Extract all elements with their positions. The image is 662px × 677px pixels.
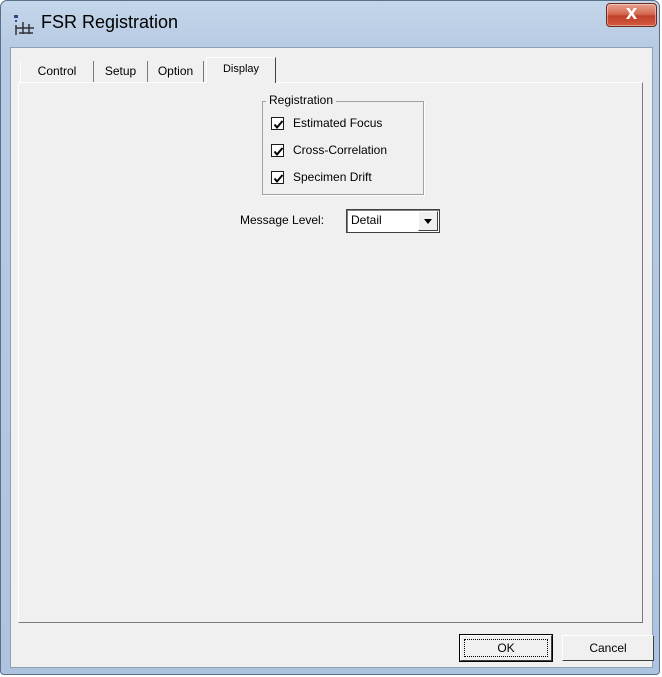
tab-display[interactable]: Display (206, 57, 276, 83)
cancel-button[interactable]: Cancel (562, 635, 654, 661)
check-icon (273, 147, 284, 157)
cancel-button-label: Cancel (589, 641, 627, 655)
tab-setup[interactable]: Setup (94, 61, 148, 82)
close-button[interactable]: X (606, 3, 657, 27)
tab-control[interactable]: Control (20, 61, 94, 82)
checkbox-box[interactable] (271, 117, 284, 130)
chevron-down-icon (424, 219, 432, 224)
checkbox-label: Specimen Drift (293, 170, 372, 184)
message-level-select[interactable]: Detail (346, 209, 440, 233)
checkbox-label: Cross-Correlation (293, 143, 388, 157)
title-bar[interactable]: FSR Registration X (1, 1, 659, 47)
ok-button-label: OK (497, 641, 515, 655)
dropdown-button[interactable] (418, 211, 438, 231)
checkbox-box[interactable] (271, 171, 284, 184)
ok-button[interactable]: OK (459, 634, 553, 662)
fsr-app-icon (14, 15, 34, 35)
checkbox-label: Estimated Focus (293, 116, 383, 130)
tab-option[interactable]: Option (148, 61, 204, 82)
window-title: FSR Registration (41, 12, 179, 32)
check-icon (273, 174, 284, 184)
check-icon (273, 120, 284, 130)
message-level-label: Message Level: (240, 213, 325, 227)
checkbox-box[interactable] (271, 144, 284, 157)
registration-group-title: Registration (266, 93, 337, 107)
message-level-value: Detail (351, 213, 382, 227)
